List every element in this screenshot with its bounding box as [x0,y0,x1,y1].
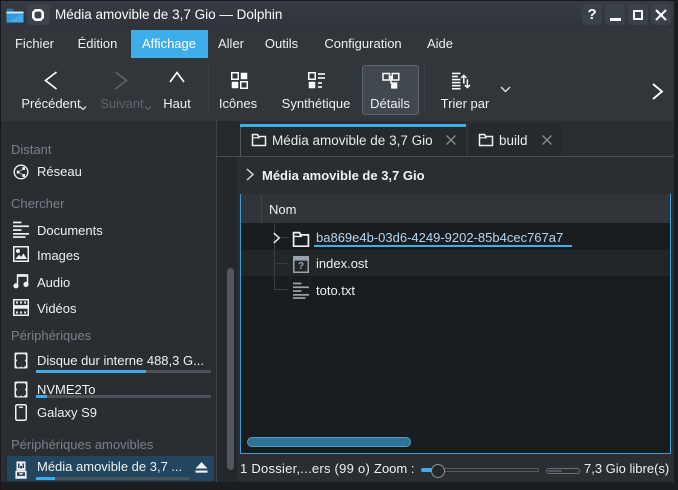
svg-text:?: ? [298,261,304,272]
